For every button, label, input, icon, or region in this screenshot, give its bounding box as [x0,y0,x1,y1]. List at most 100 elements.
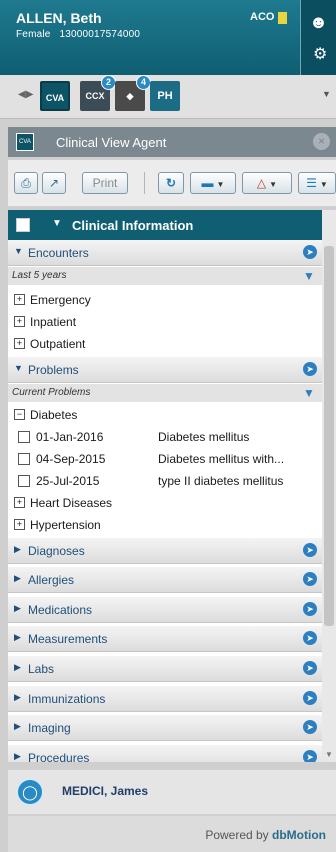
entry-checkbox[interactable] [18,453,30,465]
go-icon[interactable]: ➤ [303,750,317,762]
select-all-checkbox[interactable] [16,218,30,232]
collapsed-triangle-icon: ▶ [14,662,21,672]
layout-dropdown[interactable]: ▬ ▼ [190,172,236,194]
panel-title: Clinical View Agent [56,135,167,150]
chevron-down-icon: ▼ [319,180,328,189]
patient-gender: Female [16,29,51,40]
ccx-agent-button[interactable]: CCX 2 [80,75,116,111]
rx-agent-button[interactable]: ◆ 4 [115,75,151,111]
section-immunizations[interactable]: ▶ Immunizations ➤ [8,686,322,712]
filter-icon[interactable]: ▼ [303,269,315,283]
encounters-range: Last 5 years ▼ [8,267,322,285]
filter-dropdown[interactable]: △ ▼ [242,172,292,194]
tree-item-hypertension[interactable]: + Hypertension [8,514,322,536]
patient-name[interactable]: ALLEN, Beth [16,10,102,26]
section-imaging[interactable]: ▶ Imaging ➤ [8,715,322,741]
layout-icon: ▬ [201,176,214,190]
entry-date: 04-Sep-2015 [36,452,106,466]
section-label: Labs [28,662,55,676]
subheader-label: Current Problems [12,387,91,398]
collapse-icon[interactable]: − [14,409,25,420]
expand-icon[interactable]: + [14,316,25,327]
patient-banner: ALLEN, Beth Female 13000017574000 ACO ☻ … [0,0,336,75]
collapse-icon[interactable]: ◀▶ [18,89,33,100]
problem-entry[interactable]: 25-Jul-2015 type II diabetes mellitus [8,470,322,492]
go-icon[interactable]: ➤ [303,572,317,586]
collapsed-triangle-icon: ▶ [14,632,21,642]
section-label: Medications [28,603,93,617]
collapsed-triangle-icon: ▶ [14,751,21,761]
pill-icon: ◆ [126,91,134,101]
close-icon[interactable]: × [313,133,330,150]
user-avatar-icon[interactable]: ◯ [16,778,44,806]
collapsed-triangle-icon: ▶ [14,692,21,702]
refresh-icon[interactable]: ↻ [158,172,184,194]
clinical-information-header[interactable]: ▼ Clinical Information [8,210,322,240]
go-icon[interactable]: ➤ [303,543,317,557]
aco-flag-icon [278,12,287,24]
toolbar-divider [144,172,145,194]
vertical-scrollbar[interactable]: ▼ [322,210,336,762]
settings-icon[interactable]: ⚙ [313,44,327,64]
section-labs[interactable]: ▶ Labs ➤ [8,656,322,682]
ph-agent-button[interactable]: PH [150,81,180,111]
section-procedures[interactable]: ▶ Procedures ➤ [8,745,322,762]
printer-icon[interactable]: ⎙ [14,172,38,194]
collapsed-triangle-icon: ▶ [14,721,21,731]
cva-agent-button[interactable]: CVA [40,81,70,111]
chevron-down-icon[interactable]: ▼ [322,89,331,99]
tree-item-inpatient[interactable]: + Inpatient [8,311,322,333]
section-measurements[interactable]: ▶ Measurements ➤ [8,626,322,652]
print-button[interactable]: Print [82,172,128,194]
section-label: Problems [28,363,79,377]
tree-item-diabetes[interactable]: − Diabetes [8,404,322,426]
powered-by-text: Powered by dbMotion [205,828,326,842]
section-allergies[interactable]: ▶ Allergies ➤ [8,567,322,593]
panel-header: CVA Clinical View Agent × [8,127,336,157]
entry-checkbox[interactable] [18,475,30,487]
tree-item-outpatient[interactable]: + Outpatient [8,333,322,355]
scrollbar-thumb[interactable] [324,246,334,626]
tree-item-heart-diseases[interactable]: + Heart Diseases [8,492,322,514]
section-problems[interactable]: ▼ Problems ➤ [8,357,322,383]
clinical-information-title: Clinical Information [72,218,194,233]
action-toolbar: ⎙ ↗ Print ↻ ▬ ▼ △ ▼ ☰ ▼ [8,160,336,206]
filter-icon[interactable]: ▼ [303,386,315,400]
item-label: Emergency [30,293,91,307]
current-user: ◯ MEDICI, James [8,770,336,814]
go-icon[interactable]: ➤ [303,631,317,645]
go-icon[interactable]: ➤ [303,245,317,259]
section-encounters[interactable]: ▼ Encounters ➤ [8,240,322,266]
collapsed-triangle-icon: ▶ [14,573,21,583]
list-view-icon: ☰ [306,176,317,190]
go-icon[interactable]: ➤ [303,720,317,734]
section-medications[interactable]: ▶ Medications ➤ [8,597,322,623]
chevron-down-icon: ▼ [269,180,278,189]
problem-entry[interactable]: 01-Jan-2016 Diabetes mellitus [8,426,322,448]
entry-description: Diabetes mellitus with... [158,452,285,466]
collapse-triangle-icon[interactable]: ▼ [52,218,62,229]
section-label: Encounters [28,246,89,260]
scroll-down-icon[interactable]: ▼ [325,750,333,759]
aco-badge[interactable]: ACO [250,11,274,23]
problem-entry[interactable]: 04-Sep-2015 Diabetes mellitus with... [8,448,322,470]
expand-icon[interactable]: + [14,294,25,305]
section-diagnoses[interactable]: ▶ Diagnoses ➤ [8,538,322,564]
user-name[interactable]: MEDICI, James [62,784,148,798]
view-dropdown[interactable]: ☰ ▼ [298,172,336,194]
tree-item-emergency[interactable]: + Emergency [8,289,322,311]
expand-icon[interactable]: + [14,519,25,530]
go-icon[interactable]: ➤ [303,691,317,705]
entry-checkbox[interactable] [18,431,30,443]
expand-icon[interactable]: + [14,497,25,508]
go-icon[interactable]: ➤ [303,661,317,675]
go-icon[interactable]: ➤ [303,362,317,376]
entry-description: type II diabetes mellitus [158,474,284,488]
powered-prefix: Powered by [205,828,273,842]
go-icon[interactable]: ➤ [303,602,317,616]
expand-icon[interactable]: + [14,338,25,349]
export-icon[interactable]: ↗ [42,172,66,194]
powered-by-bar: Powered by dbMotion [8,816,336,852]
people-icon[interactable]: ☻ [309,12,328,33]
clinical-tree: ▼ Clinical Information ▼ Encounters ➤ La… [8,210,322,762]
